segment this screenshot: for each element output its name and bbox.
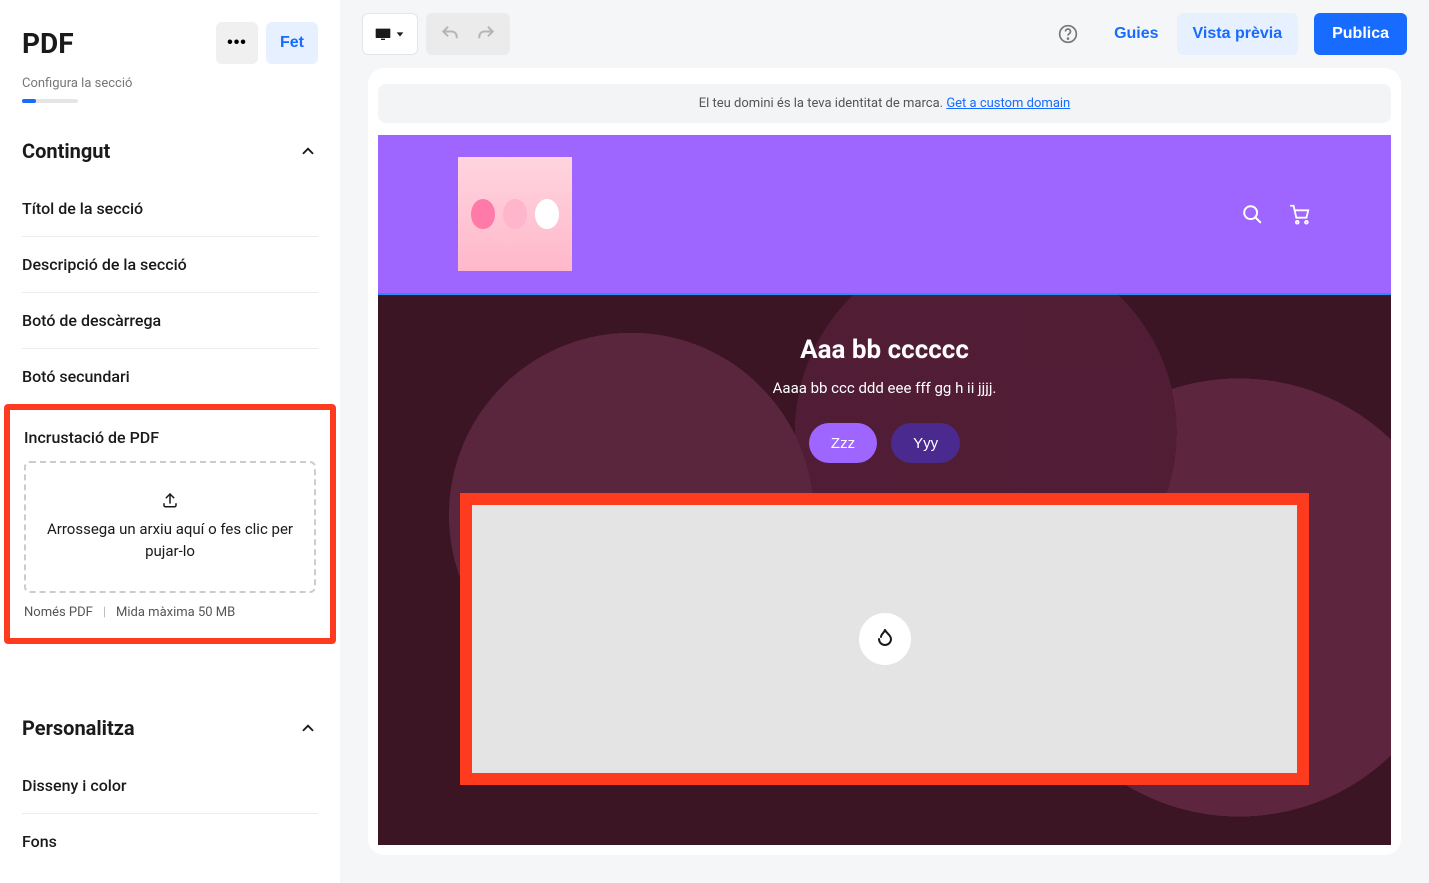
done-button[interactable]: Fet [266, 22, 318, 64]
upload-hint-sep: | [103, 605, 106, 620]
panel-item-design-color[interactable]: Disseny i color [22, 758, 318, 814]
hero-secondary-button[interactable]: Yyy [891, 423, 960, 463]
pdf-embed-highlight: Incrustació de PDF Arrossega un arxiu aq… [4, 404, 336, 644]
guides-button[interactable]: Guies [1104, 25, 1168, 43]
pdf-embed-block: Incrustació de PDF Arrossega un arxiu aq… [24, 410, 316, 638]
upload-hint-size: Mida màxima 50 MB [116, 605, 235, 620]
sidebar-progress [22, 99, 78, 103]
panel-item-secondary-btn[interactable]: Botó secundari [22, 349, 318, 404]
accordion-content: Contingut Títol de la secció Descripció … [0, 121, 340, 869]
cart-icon[interactable] [1289, 203, 1311, 225]
panel-item-download-btn[interactable]: Botó de descàrrega [22, 293, 318, 349]
chevron-up-icon [298, 141, 318, 161]
canvas: El teu domini és la teva identitat de ma… [368, 68, 1401, 855]
sidebar: PDF ••• Fet Configura la secció Contingu… [0, 0, 340, 883]
sidebar-subtitle: Configura la secció [0, 76, 340, 91]
pdf-placeholder[interactable] [472, 505, 1297, 773]
site-header [378, 135, 1391, 293]
undo-redo-group [426, 13, 510, 55]
panel-item-background[interactable]: Fons [22, 814, 318, 869]
desktop-icon [375, 28, 391, 40]
accordion-personalize-header[interactable]: Personalitza [22, 698, 318, 758]
hero-primary-button[interactable]: Zzz [809, 423, 877, 463]
upload-dropzone[interactable]: Arrossega un arxiu aquí o fes clic per p… [24, 461, 316, 593]
hero-subtitle: Aaaa bb ccc ddd eee fff gg h ii jjjj. [378, 379, 1391, 397]
pdf-placeholder-highlight [460, 493, 1309, 785]
sidebar-header: PDF ••• Fet [0, 0, 340, 76]
accordion-personalize-title: Personalitza [22, 716, 135, 740]
more-button[interactable]: ••• [216, 22, 258, 64]
banner-link[interactable]: Get a custom domain [946, 96, 1070, 111]
hero-section: Aaa bb cccccc Aaaa bb ccc ddd eee fff gg… [378, 293, 1391, 845]
sidebar-header-actions: ••• Fet [216, 22, 318, 64]
upload-hint-only: Només PDF [24, 605, 93, 620]
banner-text: El teu domini és la teva identitat de ma… [699, 96, 943, 111]
main: Guies Vista prèvia Publica El teu domini… [340, 0, 1429, 883]
site-header-icons [1241, 203, 1311, 225]
chevron-up-icon [298, 718, 318, 738]
accordion-content-header[interactable]: Contingut [22, 121, 318, 181]
panel-item-section-desc[interactable]: Descripció de la secció [22, 237, 318, 293]
upload-icon [38, 491, 302, 509]
upload-dropzone-text: Arrossega un arxiu aquí o fes clic per p… [38, 519, 302, 563]
preview-button[interactable]: Vista prèvia [1177, 13, 1299, 55]
hero-buttons: Zzz Yyy [378, 423, 1391, 463]
sidebar-title: PDF [22, 27, 74, 60]
device-switcher[interactable] [362, 13, 418, 55]
panel-item-section-title[interactable]: Títol de la secció [22, 181, 318, 237]
caret-down-icon [395, 29, 405, 39]
hero-title: Aaa bb cccccc [378, 335, 1391, 365]
pdf-icon [859, 613, 911, 665]
canvas-scroll[interactable]: El teu domini és la teva identitat de ma… [340, 68, 1429, 883]
redo-button[interactable] [476, 24, 496, 44]
balloon-image [471, 199, 559, 229]
publish-button[interactable]: Publica [1314, 13, 1407, 55]
help-icon[interactable] [1054, 20, 1082, 48]
site-logo[interactable] [458, 157, 572, 271]
search-icon[interactable] [1241, 203, 1263, 225]
accordion-content-title: Contingut [22, 139, 110, 163]
pdf-embed-title: Incrustació de PDF [24, 428, 316, 447]
undo-button[interactable] [440, 24, 460, 44]
topbar: Guies Vista prèvia Publica [340, 0, 1429, 68]
upload-hint: Només PDF | Mida màxima 50 MB [24, 605, 316, 620]
domain-banner: El teu domini és la teva identitat de ma… [378, 84, 1391, 123]
